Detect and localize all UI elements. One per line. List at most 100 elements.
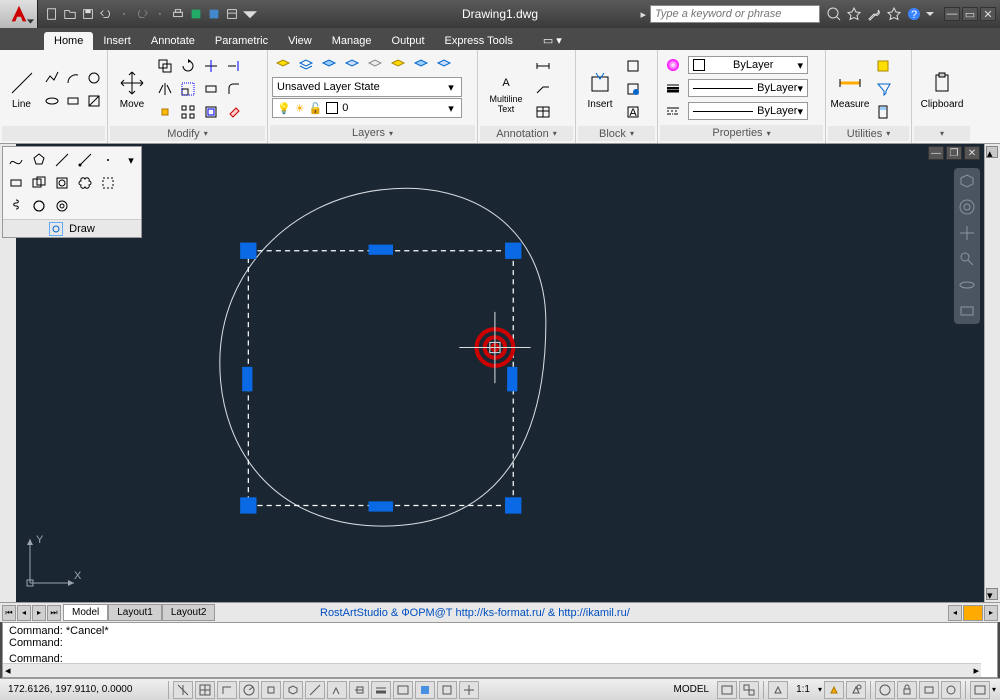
measure-button[interactable]: Measure [830, 54, 870, 124]
dp-donut-icon[interactable] [28, 195, 50, 217]
scale-icon[interactable] [177, 78, 199, 100]
search-arrow-icon[interactable]: ▸ [640, 8, 646, 21]
cmd-scroll-left[interactable]: ◂ [5, 664, 11, 677]
zoom-icon[interactable] [958, 250, 976, 268]
save-icon[interactable] [80, 6, 96, 22]
minimize-button[interactable]: — [944, 7, 960, 21]
dp-ray-icon[interactable] [74, 149, 96, 171]
new-icon[interactable] [44, 6, 60, 22]
annovis-icon[interactable] [824, 681, 844, 699]
ducs-icon[interactable] [327, 681, 347, 699]
mtext-button[interactable]: A Multiline Text [482, 54, 530, 124]
showmotion-icon[interactable] [958, 302, 976, 320]
search-go-icon[interactable] [826, 6, 842, 22]
dp-point-icon[interactable] [97, 149, 119, 171]
create-block-icon[interactable] [622, 55, 644, 77]
tab-last-button[interactable]: ⏭ [47, 605, 61, 621]
cmd-hscroll[interactable]: ◂ ▸ [3, 663, 981, 677]
layer-match-icon[interactable] [433, 54, 455, 76]
command-window[interactable]: Command: *Cancel* Command: Command: ◂ ▸ [2, 622, 998, 678]
tab-output-panel[interactable]: ▭ ▾ [533, 31, 572, 50]
table-icon[interactable] [532, 101, 554, 123]
3dosnap-icon[interactable] [283, 681, 303, 699]
leader-icon[interactable] [532, 78, 554, 100]
plot2-icon[interactable] [206, 6, 222, 22]
tpy-icon[interactable] [393, 681, 413, 699]
clipboard-button[interactable]: Clipboard [916, 54, 968, 124]
dp-target-icon[interactable] [51, 195, 73, 217]
scale-drop-icon[interactable]: ▾ [818, 685, 822, 694]
model-button[interactable]: MODEL [668, 684, 716, 695]
attr-icon[interactable]: A [622, 101, 644, 123]
lt-icon[interactable] [662, 100, 684, 122]
osnap-icon[interactable] [261, 681, 281, 699]
drawing-canvas[interactable]: Y X — ❐ ✕ [16, 144, 984, 602]
edit-block-icon[interactable] [622, 78, 644, 100]
doc-close-button[interactable]: ✕ [964, 146, 980, 160]
array-icon[interactable] [177, 101, 199, 123]
tab-manage[interactable]: Manage [322, 32, 382, 50]
tab-prev-button[interactable]: ◂ [17, 605, 31, 621]
layer-make-icon[interactable] [410, 54, 432, 76]
qat-dropdown-icon[interactable] [242, 6, 258, 22]
tab-express[interactable]: Express Tools [435, 32, 523, 50]
select-icon[interactable] [872, 55, 894, 77]
polar-icon[interactable] [239, 681, 259, 699]
wrench-icon[interactable] [866, 6, 882, 22]
color-combo[interactable]: ByLayer▾ [688, 56, 808, 74]
ws-icon[interactable] [875, 681, 895, 699]
dp-polygon-icon[interactable] [28, 149, 50, 171]
dp-helix-icon[interactable] [5, 195, 27, 217]
layer-state-combo[interactable]: Unsaved Layer State▾ [272, 77, 462, 97]
help-drop-icon[interactable] [926, 6, 934, 22]
hscroll-right[interactable]: ▸ [984, 605, 998, 621]
layer-off-icon[interactable] [364, 54, 386, 76]
dp-revcloud-icon[interactable] [74, 172, 96, 194]
move-button[interactable]: Move [112, 54, 152, 124]
dp-polyline-icon[interactable] [51, 149, 73, 171]
explode-icon[interactable] [154, 101, 176, 123]
tab-parametric[interactable]: Parametric [205, 32, 278, 50]
search-input[interactable] [650, 5, 820, 23]
qselect-icon[interactable] [872, 78, 894, 100]
tab-first-button[interactable]: ⏮ [2, 605, 16, 621]
tab-view[interactable]: View [278, 32, 322, 50]
clean-screen-icon[interactable] [970, 681, 990, 699]
layer-freeze-icon[interactable] [341, 54, 363, 76]
close-button[interactable]: ✕ [980, 7, 996, 21]
quickview-layouts-icon[interactable] [717, 681, 737, 699]
cmd-scroll-right[interactable]: ▸ [973, 664, 979, 677]
annoscale-icon[interactable] [768, 681, 788, 699]
draw-palette[interactable]: ▾ Draw [2, 146, 142, 238]
undo-icon[interactable] [98, 6, 114, 22]
dp-pin-icon[interactable] [49, 222, 63, 236]
steering-icon[interactable] [958, 198, 976, 216]
ellipse-icon[interactable] [41, 90, 63, 112]
tab-insert[interactable]: Insert [93, 32, 141, 50]
vscroll-up[interactable]: ▴ [986, 146, 998, 158]
rect-icon[interactable] [62, 90, 84, 112]
layer-prop-icon[interactable] [272, 54, 294, 76]
plot-icon[interactable] [188, 6, 204, 22]
copy-icon[interactable] [154, 55, 176, 77]
otrack-icon[interactable] [305, 681, 325, 699]
toolbar-lock-icon[interactable] [897, 681, 917, 699]
ortho-icon[interactable] [217, 681, 237, 699]
calc-icon[interactable] [872, 101, 894, 123]
layer-current-combo[interactable]: 💡 ☀ 🔓 0▾ [272, 98, 462, 118]
tab-annotate[interactable]: Annotate [141, 32, 205, 50]
hscroll-left[interactable]: ◂ [948, 605, 962, 621]
layout-tab-model[interactable]: Model [63, 604, 108, 621]
scale-text[interactable]: 1:1 [790, 684, 816, 695]
lwt-icon[interactable] [371, 681, 391, 699]
grid-icon[interactable] [195, 681, 215, 699]
fillet-icon[interactable] [223, 78, 245, 100]
sc-icon[interactable] [437, 681, 457, 699]
dp-wipeout-icon[interactable] [51, 172, 73, 194]
quickview-drawings-icon[interactable] [739, 681, 759, 699]
hscroll-thumb[interactable] [963, 605, 983, 621]
tab-home[interactable]: Home [44, 32, 93, 50]
ltype-combo[interactable]: ByLayer▾ [688, 102, 808, 120]
annoauto-icon[interactable] [846, 681, 866, 699]
dp-spline-icon[interactable] [5, 149, 27, 171]
